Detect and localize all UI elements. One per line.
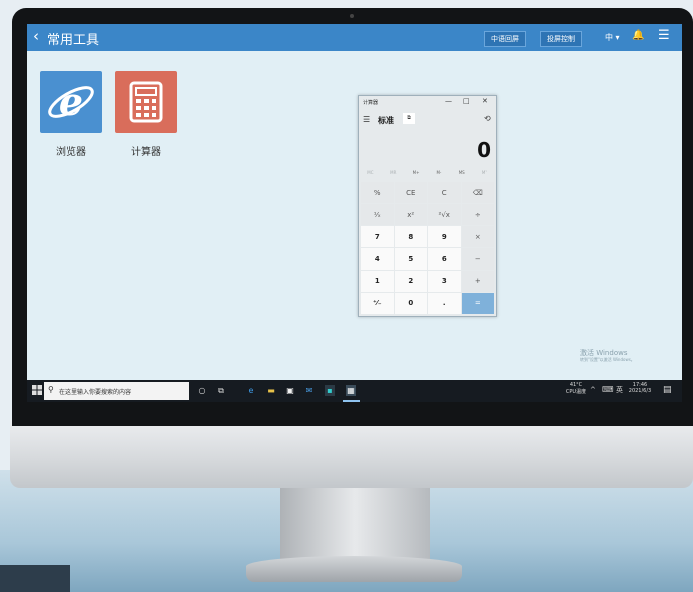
digit-7-key[interactable]: 7 (361, 226, 394, 248)
language-dropdown[interactable]: 中 ▾ (605, 32, 620, 43)
clear-key[interactable]: C (428, 182, 461, 204)
keep-on-top-icon[interactable]: ⧉ (403, 113, 415, 124)
calculator-app-label: 计算器 (131, 147, 161, 158)
digit-8-key[interactable]: 8 (394, 226, 427, 248)
close-icon[interactable]: ✕ (482, 97, 488, 105)
cpu-temperature: 41°C CPU温度 (561, 382, 591, 395)
digit-9-key[interactable]: 9 (428, 226, 461, 248)
cortana-icon[interactable]: ○ (197, 385, 207, 396)
svg-text:e: e (59, 79, 83, 124)
monitor-chin (10, 420, 693, 488)
memory-list-button[interactable]: M˅ (473, 170, 496, 180)
minimize-icon[interactable]: — (445, 97, 452, 105)
multiply-key[interactable]: × (461, 226, 494, 248)
search-placeholder: 在这里输入你要搜索的内容 (59, 389, 132, 396)
monitor-stand-base (246, 556, 462, 582)
history-icon[interactable]: ⟲ (484, 114, 491, 123)
memory-row: MC MR M+ M- MS M˅ (359, 170, 496, 180)
input-method-indicator[interactable]: 英 (616, 385, 623, 395)
add-key[interactable]: + (461, 270, 494, 292)
equals-key[interactable]: = (461, 292, 494, 314)
digit-1-key[interactable]: 1 (361, 270, 394, 292)
calculator-titlebar[interactable]: 计算器 — □ ✕ (359, 96, 496, 108)
browser-app-tile[interactable]: e (40, 71, 102, 133)
reciprocal-key[interactable]: ¹⁄ₓ (361, 204, 394, 226)
notification-icon[interactable]: 🔔 (632, 30, 644, 41)
search-icon: ⚲ (48, 385, 54, 394)
calculator-title: 计算器 (363, 100, 379, 106)
monitor-camera (350, 14, 354, 18)
calculator-icon (129, 81, 163, 123)
projection-control-button[interactable]: 投屏控制 (540, 31, 582, 47)
square-root-key[interactable]: ²√x (428, 204, 461, 226)
taskbar: ⚲ 在这里输入你要搜索的内容 ○ ⧉ e ▬ ▣ ✉ ▪ ▦ 41°C CPU温… (27, 380, 682, 402)
activation-watermark-subtitle: 转到"设置"以激活 Windows。 (580, 357, 635, 362)
calculator-menu-icon[interactable]: ☰ (363, 115, 370, 124)
menu-icon[interactable]: ☰ (658, 28, 670, 43)
percent-key[interactable]: % (361, 182, 394, 204)
clear-entry-key[interactable]: CE (394, 182, 427, 204)
digit-5-key[interactable]: 5 (394, 248, 427, 270)
chevron-up-icon[interactable]: ^ (590, 386, 596, 394)
page-title: 常用工具 (47, 33, 100, 48)
calculator-window[interactable]: 计算器 — □ ✕ ☰ 标准 ⧉ ⟲ 0 MC MR M+ M- MS M˅ %… (358, 95, 497, 317)
calculator-taskbar-icon[interactable]: ▦ (346, 385, 356, 396)
taskbar-clock[interactable]: 17:46 2021/6/3 (626, 382, 654, 394)
backspace-key[interactable]: ⌫ (461, 182, 494, 204)
digit-3-key[interactable]: 3 (428, 270, 461, 292)
mail-icon[interactable]: ✉ (304, 385, 314, 396)
browser-app-label: 浏览器 (56, 147, 86, 158)
file-explorer-icon[interactable]: ▬ (266, 385, 276, 396)
divide-key[interactable]: ÷ (461, 204, 494, 226)
digit-4-key[interactable]: 4 (361, 248, 394, 270)
maximize-icon[interactable]: □ (463, 97, 470, 105)
monitor-stand-neck (280, 486, 430, 566)
calculator-display: 0 (477, 138, 491, 162)
subtract-key[interactable]: − (461, 248, 494, 270)
decimal-key[interactable]: . (428, 292, 461, 314)
task-view-icon[interactable]: ⧉ (216, 385, 226, 396)
back-icon[interactable]: ‹ (33, 27, 39, 45)
memory-recall-button[interactable]: MR (382, 170, 405, 180)
monitor-screen: ‹ 常用工具 中语回屏 投屏控制 中 ▾ 🔔 ☰ e 浏览器 计算器 计算器 —… (27, 24, 682, 402)
keyboard-icon[interactable]: ⌨ (602, 385, 614, 394)
windows-start-icon[interactable] (32, 385, 42, 395)
clock-date: 2021/6/3 (628, 388, 652, 394)
calculator-keypad: % CE C ⌫ ¹⁄ₓ x² ²√x ÷ 7 8 9 × 4 5 6 − 1 … (361, 182, 494, 314)
store-icon[interactable]: ▣ (285, 385, 295, 396)
calculator-mode-label: 标准 (378, 116, 394, 125)
background-object (0, 565, 70, 592)
signal-return-button[interactable]: 中语回屏 (484, 31, 526, 47)
cpu-temperature-label: CPU温度 (565, 389, 587, 395)
memory-store-button[interactable]: MS (450, 170, 473, 180)
digit-2-key[interactable]: 2 (394, 270, 427, 292)
memory-clear-button[interactable]: MC (359, 170, 382, 180)
memory-add-button[interactable]: M+ (405, 170, 428, 180)
edge-icon[interactable]: e (246, 385, 256, 396)
negate-key[interactable]: ⁺⁄₋ (361, 292, 394, 314)
ie-icon: e (48, 79, 94, 124)
digit-6-key[interactable]: 6 (428, 248, 461, 270)
action-center-icon[interactable]: ▤ (663, 385, 672, 395)
active-app-indicator (343, 400, 360, 402)
square-key[interactable]: x² (394, 204, 427, 226)
calculator-app-tile[interactable] (115, 71, 177, 133)
memory-subtract-button[interactable]: M- (427, 170, 450, 180)
digit-0-key[interactable]: 0 (394, 292, 427, 314)
top-bar: ‹ 常用工具 中语回屏 投屏控制 中 ▾ 🔔 ☰ (27, 24, 682, 51)
taskbar-search-box[interactable]: ⚲ 在这里输入你要搜索的内容 (44, 382, 189, 400)
app-icon[interactable]: ▪ (325, 385, 335, 396)
